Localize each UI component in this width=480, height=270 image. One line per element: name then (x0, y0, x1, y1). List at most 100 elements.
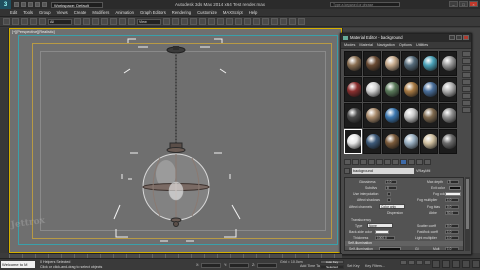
parameters-scrollbar[interactable] (465, 177, 470, 251)
affect-channels-dropdown[interactable]: Color only (379, 204, 405, 209)
named-selection-icon[interactable] (217, 18, 224, 25)
sample-uv-tiling-icon[interactable] (462, 72, 471, 78)
material-sample-slot[interactable] (363, 77, 381, 102)
material-sample-slot[interactable] (401, 103, 419, 128)
back-side-color-swatch[interactable] (375, 230, 389, 234)
curve-editor-icon[interactable] (253, 18, 260, 25)
maximize-button[interactable]: □ (459, 1, 468, 7)
menu-utilities[interactable]: Utilities (416, 43, 428, 47)
abbe-spinner[interactable]: 50.0 (445, 211, 459, 215)
zoom-all-icon[interactable] (442, 260, 450, 268)
play-icon[interactable] (416, 260, 423, 265)
make-preview-icon[interactable] (462, 86, 471, 92)
max-depth-spinner[interactable]: 5 (447, 180, 459, 184)
fog-bias-spinner[interactable]: 0.0 (445, 205, 459, 209)
go-to-start-icon[interactable] (400, 260, 407, 265)
self-illumination-swatch[interactable] (379, 247, 401, 250)
undo-icon[interactable] (35, 2, 40, 7)
key-mode-dropdown[interactable]: Selected (320, 265, 344, 269)
menu-tools[interactable]: Tools (23, 10, 33, 15)
layer-manager-icon[interactable] (244, 18, 251, 25)
menu-customize[interactable]: Customize (197, 10, 217, 15)
next-frame-icon[interactable] (424, 260, 431, 265)
scatter-coeff-spinner[interactable]: 0.0 (445, 224, 459, 228)
material-sample-slot[interactable] (363, 129, 381, 154)
auto-key-button[interactable]: Auto Key (320, 260, 344, 264)
material-sample-slot[interactable] (420, 77, 438, 102)
perspective-viewport[interactable]: [+][Perspective][Realistic] Jettrox (9, 28, 342, 253)
mirror-icon[interactable] (226, 18, 233, 25)
search-input[interactable]: Type a keyword or phrase (330, 2, 400, 7)
scrollbar-thumb[interactable] (466, 179, 469, 229)
menu-views[interactable]: Views (57, 10, 68, 15)
bind-space-warp-icon[interactable] (39, 18, 46, 25)
translucency-type-dropdown[interactable]: None (367, 223, 393, 228)
snap-icon[interactable] (181, 18, 188, 25)
key-filters-button[interactable]: Key Filters... (365, 264, 385, 268)
select-object-icon[interactable] (74, 18, 81, 25)
zoom-icon[interactable] (432, 260, 440, 268)
material-sample-slot[interactable] (382, 51, 400, 76)
render-production-icon[interactable] (298, 18, 305, 25)
menu-navigation[interactable]: Navigation (377, 43, 395, 47)
put-to-library-icon[interactable] (384, 159, 391, 165)
menu-graph-editors[interactable]: Graph Editors (140, 10, 166, 15)
get-material-icon[interactable] (344, 159, 351, 165)
put-to-scene-icon[interactable] (352, 159, 359, 165)
reset-map-icon[interactable] (368, 159, 375, 165)
self-illumination-rollout[interactable]: Self-illumination (345, 241, 463, 246)
workspace-dropdown[interactable]: Workspace: Default (51, 1, 103, 8)
material-id-channel-icon[interactable] (392, 159, 399, 165)
material-sample-slot[interactable] (363, 51, 381, 76)
material-sample-slot[interactable] (420, 51, 438, 76)
fog-color-swatch[interactable] (445, 192, 461, 196)
select-by-name-icon[interactable] (83, 18, 90, 25)
pivot-icon[interactable] (163, 18, 170, 25)
backlight-icon[interactable] (462, 58, 471, 64)
affect-shadows-checkbox[interactable] (387, 198, 391, 202)
orbit-icon[interactable] (472, 260, 480, 268)
previous-frame-icon[interactable] (408, 260, 415, 265)
undo-tool-icon[interactable] (3, 18, 10, 25)
material-sample-slot[interactable] (401, 129, 419, 154)
redo-icon[interactable] (42, 2, 47, 7)
menu-maxscript[interactable]: MAXScript (223, 10, 243, 15)
save-file-icon[interactable] (28, 2, 33, 7)
add-time-tag-button[interactable]: Add Time Tag (300, 264, 322, 268)
set-key-button[interactable]: Set Key (347, 264, 360, 268)
close-button[interactable] (463, 35, 469, 40)
go-forward-to-sibling-icon[interactable] (424, 159, 431, 165)
schematic-view-icon[interactable] (262, 18, 269, 25)
assign-to-selection-icon[interactable] (360, 159, 367, 165)
scale-icon[interactable] (128, 18, 135, 25)
background-icon[interactable] (462, 65, 471, 71)
material-editor-icon[interactable] (271, 18, 278, 25)
reference-coordinate-dropdown[interactable]: View (137, 18, 161, 25)
new-file-icon[interactable] (14, 2, 19, 7)
menu-modifiers[interactable]: Modifiers (92, 10, 109, 15)
material-sample-slot[interactable] (439, 51, 457, 76)
mult-spinner[interactable]: 1.0 (445, 247, 459, 250)
material-sample-slot[interactable] (420, 129, 438, 154)
rectangular-selection-icon[interactable] (92, 18, 99, 25)
pan-icon[interactable] (462, 260, 470, 268)
thickness-spinner[interactable]: 1000.0 (375, 236, 395, 240)
menu-rendering[interactable]: Rendering (172, 10, 191, 15)
menu-edit[interactable]: Edit (10, 10, 17, 15)
window-crossing-icon[interactable] (101, 18, 108, 25)
menu-animation[interactable]: Animation (115, 10, 134, 15)
material-sample-slot[interactable] (382, 77, 400, 102)
show-end-result-icon[interactable] (408, 159, 415, 165)
align-icon[interactable] (235, 18, 242, 25)
material-sample-slot[interactable] (382, 103, 400, 128)
material-map-navigator-icon[interactable] (462, 107, 471, 113)
material-sample-slot[interactable] (401, 51, 419, 76)
go-to-parent-icon[interactable] (416, 159, 423, 165)
subdivs-spinner[interactable]: 8 (385, 186, 397, 190)
sample-type-icon[interactable] (462, 51, 471, 57)
menu-modes[interactable]: Modes (344, 43, 355, 47)
material-sample-slot[interactable] (439, 103, 457, 128)
minimize-button[interactable]: – (449, 1, 458, 7)
material-sample-slot[interactable] (344, 103, 362, 128)
material-sample-slot[interactable] (420, 103, 438, 128)
